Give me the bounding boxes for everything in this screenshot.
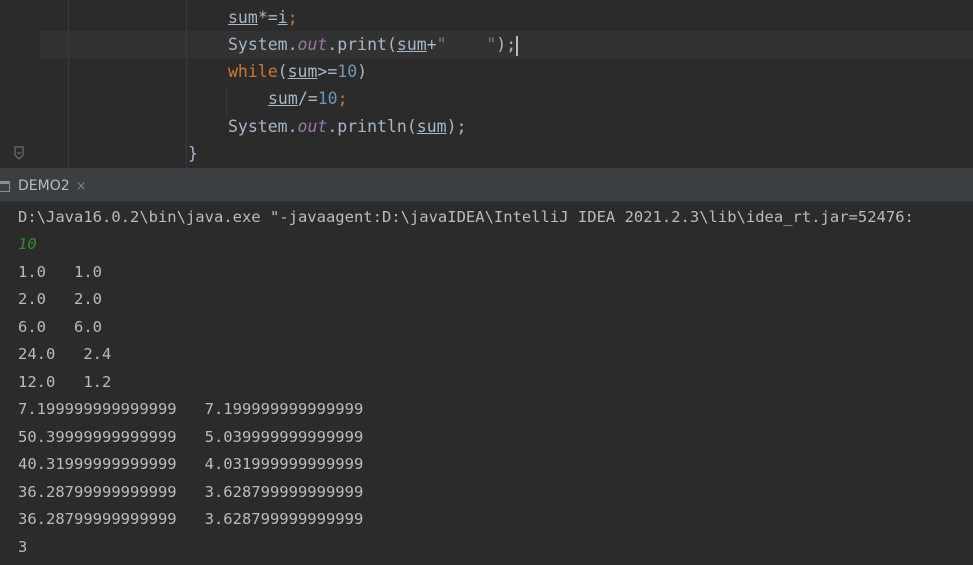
code-token: } <box>188 144 198 163</box>
code-line[interactable]: } <box>188 140 198 167</box>
code-token: System. <box>228 35 298 54</box>
code-line[interactable]: System.out.println(sum); <box>228 113 466 140</box>
code-line[interactable]: System.out.print(sum+" "); <box>228 31 519 58</box>
console-command-line: D:\Java16.0.2\bin\java.exe "-javaagent:D… <box>18 208 914 226</box>
code-token: 10 <box>317 89 338 108</box>
code-token: sum <box>287 62 318 81</box>
code-token: + <box>426 35 437 54</box>
code-token: sum <box>396 35 427 54</box>
code-token: .print( <box>327 35 397 54</box>
text-caret <box>516 35 519 56</box>
code-token: ); <box>496 35 517 54</box>
indent-guide <box>68 0 69 171</box>
code-token: " " <box>436 35 497 54</box>
code-line[interactable]: sum/=10; <box>268 85 348 112</box>
console-output-line: 36.28799999999999 3.628799999999999 <box>18 483 364 501</box>
console-output-line: 24.0 2.4 <box>18 345 112 363</box>
console-output-line: 40.31999999999999 4.031999999999999 <box>18 455 364 473</box>
code-token: 10 <box>337 62 358 81</box>
close-icon[interactable]: × <box>76 179 87 194</box>
code-line[interactable]: while(sum>=10) <box>228 58 367 85</box>
code-token: sum <box>416 117 447 136</box>
code-token: ) <box>357 62 368 81</box>
code-token: System. <box>228 117 298 136</box>
code-token: while <box>228 62 278 81</box>
code-token: sum <box>228 8 258 27</box>
console-output-line: 1.0 1.0 <box>18 263 102 281</box>
console-output-line: 7.199999999999999 7.199999999999999 <box>18 400 364 418</box>
console-output-line: 2.0 2.0 <box>18 290 102 308</box>
code-token: ( <box>277 62 288 81</box>
tab-demo2[interactable]: DEMO2 × <box>0 171 97 201</box>
code-line[interactable]: sum*=i; <box>228 4 298 31</box>
fold-marker-icon[interactable] <box>12 146 26 162</box>
code-token: out <box>297 35 328 54</box>
code-token: out <box>297 117 328 136</box>
code-token: ; <box>287 8 298 27</box>
console-output-line: 36.28799999999999 3.628799999999999 <box>18 510 364 528</box>
code-token: >= <box>317 62 338 81</box>
code-token: ); <box>446 117 467 136</box>
console-user-input: 10 <box>18 235 37 253</box>
run-tool-window-tabbar: DEMO2 × <box>0 171 973 202</box>
code-token: .println( <box>327 117 417 136</box>
code-token: i <box>277 8 288 27</box>
code-token: sum <box>268 89 298 108</box>
editor-gutter <box>0 0 40 171</box>
code-token: /= <box>297 89 318 108</box>
code-editor[interactable]: sum*=i; System.out.print(sum+" "); while… <box>0 0 973 171</box>
console-output-line: 50.39999999999999 5.039999999999999 <box>18 428 364 446</box>
run-console[interactable]: D:\Java16.0.2\bin\java.exe "-javaagent:D… <box>0 202 973 565</box>
console-output-line: 12.0 1.2 <box>18 373 112 391</box>
run-window-icon <box>0 180 10 192</box>
code-token: ; <box>337 89 348 108</box>
console-output-line: 6.0 6.0 <box>18 318 102 336</box>
indent-guide <box>226 85 227 115</box>
console-output-line: 3 <box>18 538 28 556</box>
tab-label: DEMO2 <box>18 178 70 194</box>
indent-guide <box>186 0 187 171</box>
code-token: *= <box>257 8 278 27</box>
